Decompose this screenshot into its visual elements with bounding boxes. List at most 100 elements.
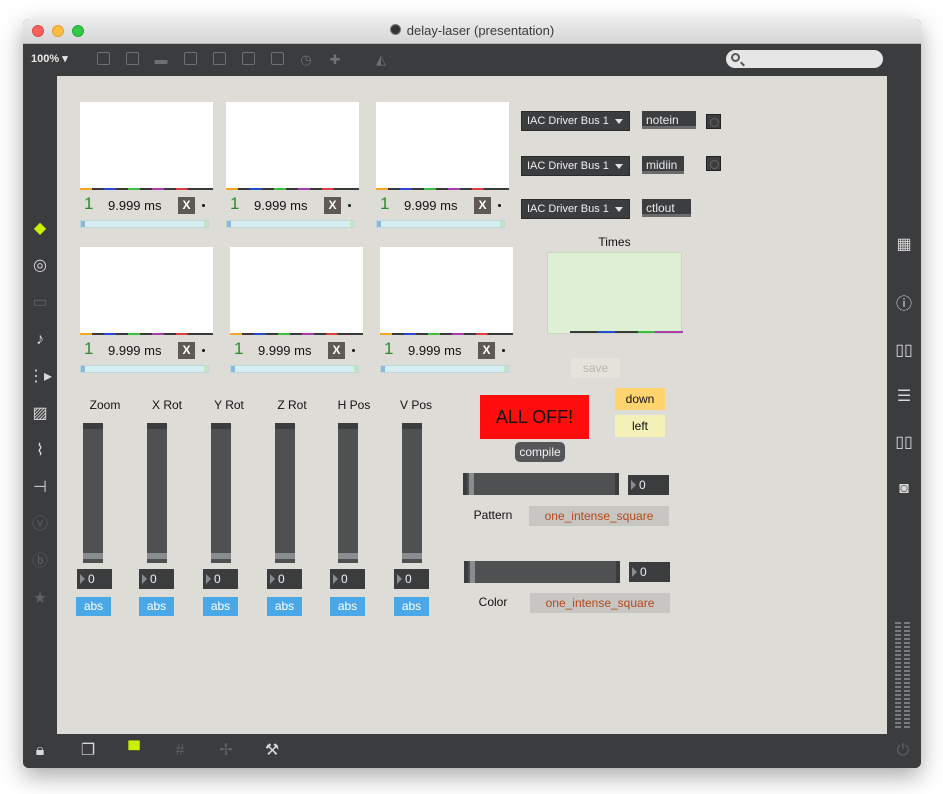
slider-thumb[interactable] bbox=[83, 553, 103, 559]
search-field[interactable] bbox=[726, 50, 883, 68]
image-icon[interactable]: ▨ bbox=[28, 405, 52, 423]
z-rot-number[interactable]: 0 bbox=[267, 569, 302, 589]
color-slider[interactable] bbox=[464, 561, 620, 583]
paperclip-icon[interactable]: ⌇ bbox=[28, 442, 52, 460]
power-icon[interactable]: ⏻ bbox=[891, 742, 915, 760]
channel-number[interactable]: 1 bbox=[84, 339, 93, 359]
circle-icon[interactable] bbox=[211, 52, 227, 68]
clear-button[interactable]: X bbox=[324, 197, 341, 214]
wrench-icon[interactable]: ⚒ bbox=[260, 742, 284, 760]
v-pos-abs-toggle[interactable]: abs bbox=[394, 597, 429, 616]
zoom-menu[interactable]: 100% ▾ bbox=[31, 52, 68, 65]
color-number[interactable]: 0 bbox=[629, 562, 670, 582]
delay-slider[interactable] bbox=[80, 220, 209, 228]
comment-icon[interactable]: ▬ bbox=[153, 52, 169, 68]
b-icon[interactable]: ⓑ bbox=[28, 553, 52, 571]
zoom-number[interactable]: 0 bbox=[77, 569, 112, 589]
grid-icon[interactable]: ▦ bbox=[892, 236, 916, 254]
sequencer-icon[interactable]: ⋮▸ bbox=[28, 368, 52, 386]
pattern-number[interactable]: 0 bbox=[628, 475, 669, 495]
compile-button[interactable]: compile bbox=[515, 442, 565, 462]
times-multislider[interactable] bbox=[547, 252, 683, 334]
play-icon[interactable] bbox=[240, 52, 256, 68]
star-icon[interactable]: ★ bbox=[28, 590, 52, 608]
time-display[interactable]: 9.999 ms bbox=[258, 343, 320, 359]
v-pos-slider[interactable] bbox=[402, 423, 422, 563]
object-x-icon[interactable] bbox=[182, 52, 198, 68]
clear-button[interactable]: X bbox=[478, 342, 495, 359]
slider-thumb[interactable] bbox=[211, 553, 231, 559]
camera-icon[interactable]: ◙ bbox=[892, 480, 916, 498]
book-open-icon[interactable]: ▯▯ bbox=[892, 342, 916, 360]
cursor-plus-icon[interactable]: ✢ bbox=[214, 742, 238, 760]
delay-slider[interactable] bbox=[226, 220, 355, 228]
channel-number[interactable]: 1 bbox=[230, 194, 239, 214]
h-pos-abs-toggle[interactable]: abs bbox=[330, 597, 365, 616]
slider-thumb[interactable] bbox=[470, 561, 475, 583]
time-display[interactable]: 9.999 ms bbox=[254, 198, 316, 214]
text-icon[interactable] bbox=[124, 52, 140, 68]
channel-number[interactable]: 1 bbox=[380, 194, 389, 214]
time-display[interactable]: 9.999 ms bbox=[108, 343, 170, 359]
v-icon[interactable]: ⓥ bbox=[28, 516, 52, 534]
left-button[interactable]: left bbox=[615, 415, 665, 437]
z-rot-abs-toggle[interactable]: abs bbox=[267, 597, 302, 616]
book-icon[interactable]: ▯▯ bbox=[892, 434, 916, 452]
delay-slider[interactable] bbox=[230, 365, 359, 373]
rack-icon[interactable]: ▭ bbox=[28, 294, 52, 312]
info-icon[interactable]: ⓘ bbox=[892, 296, 916, 314]
y-rot-number[interactable]: 0 bbox=[203, 569, 238, 589]
midi-device-menu[interactable]: IAC Driver Bus 1 bbox=[521, 111, 630, 131]
time-display[interactable]: 9.999 ms bbox=[108, 198, 170, 214]
dash-icon[interactable] bbox=[269, 52, 285, 68]
midi-device-menu[interactable]: IAC Driver Bus 1 bbox=[521, 199, 630, 219]
h-pos-number[interactable]: 0 bbox=[330, 569, 365, 589]
presentation-icon[interactable] bbox=[95, 52, 111, 68]
time-display[interactable]: 9.999 ms bbox=[408, 343, 470, 359]
windows-icon[interactable]: ❐ bbox=[76, 742, 100, 760]
x-rot-number[interactable]: 0 bbox=[139, 569, 174, 589]
midiin-object[interactable]: midiin bbox=[642, 156, 684, 174]
dial-icon[interactable]: ◷ bbox=[298, 52, 314, 68]
plug-icon[interactable]: ⊣ bbox=[28, 479, 52, 497]
grid-icon[interactable]: # bbox=[168, 742, 192, 760]
channel-number[interactable]: 1 bbox=[384, 339, 393, 359]
y-rot-abs-toggle[interactable]: abs bbox=[203, 597, 238, 616]
clear-button[interactable]: X bbox=[178, 342, 195, 359]
midi-device-menu[interactable]: IAC Driver Bus 1 bbox=[521, 156, 630, 176]
paint-bucket-icon[interactable]: ◭ bbox=[373, 52, 389, 68]
slider-thumb[interactable] bbox=[469, 473, 474, 495]
note-icon[interactable]: ♪ bbox=[28, 331, 52, 349]
clear-button[interactable]: X bbox=[178, 197, 195, 214]
lock-icon[interactable]: 🔒︎ bbox=[28, 742, 52, 760]
delay-slider[interactable] bbox=[376, 220, 505, 228]
slider-thumb[interactable] bbox=[275, 553, 295, 559]
x-rot-abs-toggle[interactable]: abs bbox=[139, 597, 174, 616]
slider-thumb[interactable] bbox=[402, 553, 422, 559]
notein-object[interactable]: notein bbox=[642, 111, 696, 129]
z-rot-slider[interactable] bbox=[275, 423, 295, 563]
down-button[interactable]: down bbox=[615, 388, 665, 410]
x-rot-slider[interactable] bbox=[147, 423, 167, 563]
y-rot-slider[interactable] bbox=[211, 423, 231, 563]
clear-button[interactable]: X bbox=[328, 342, 345, 359]
save-button[interactable]: save bbox=[571, 358, 620, 378]
zoom-slider[interactable] bbox=[83, 423, 103, 563]
cube-icon[interactable]: ◆ bbox=[28, 220, 52, 238]
delay-slider[interactable] bbox=[380, 365, 509, 373]
v-pos-number[interactable]: 0 bbox=[394, 569, 429, 589]
color-menu[interactable]: one_intense_square bbox=[530, 593, 670, 613]
h-pos-slider[interactable] bbox=[338, 423, 358, 563]
all-off-button[interactable]: ALL OFF! bbox=[480, 395, 589, 439]
time-display[interactable]: 9.999 ms bbox=[404, 198, 466, 214]
list-icon[interactable]: ☰ bbox=[892, 388, 916, 406]
plus-icon[interactable]: ✚ bbox=[327, 52, 343, 68]
pattern-slider[interactable] bbox=[463, 473, 619, 495]
clear-button[interactable]: X bbox=[474, 197, 491, 214]
delay-slider[interactable] bbox=[80, 365, 209, 373]
channel-number[interactable]: 1 bbox=[234, 339, 243, 359]
slider-thumb[interactable] bbox=[147, 553, 167, 559]
channel-number[interactable]: 1 bbox=[84, 194, 93, 214]
target-icon[interactable]: ◎ bbox=[28, 257, 52, 275]
zoom-abs-toggle[interactable]: abs bbox=[76, 597, 111, 616]
